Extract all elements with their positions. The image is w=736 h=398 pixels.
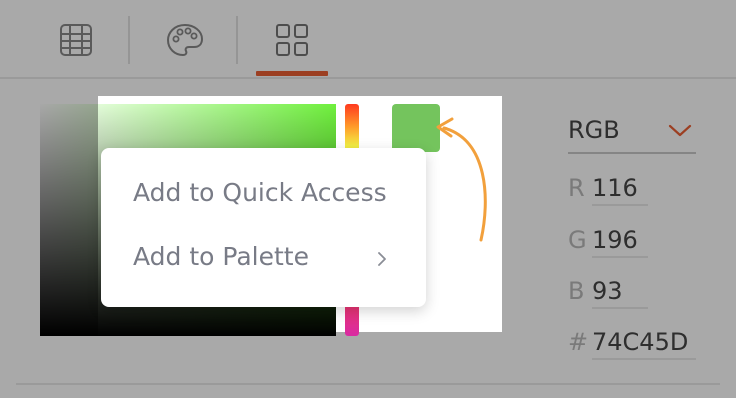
green-value[interactable]: 196 xyxy=(592,226,638,254)
picker-backdrop xyxy=(98,96,336,104)
tab-table[interactable] xyxy=(52,18,100,62)
blue-label: B xyxy=(568,277,585,305)
toolbar-divider xyxy=(0,77,736,79)
color-mode-value: RGB xyxy=(568,116,620,144)
color-mode-select[interactable]: RGB xyxy=(568,108,696,154)
green-label: G xyxy=(568,226,587,254)
context-menu: Add to Quick Access Add to Palette xyxy=(101,148,426,307)
section-divider xyxy=(16,383,720,385)
select-underline xyxy=(568,152,696,154)
spectrum-overlay xyxy=(40,104,98,336)
toolbar xyxy=(0,0,736,79)
field-underline xyxy=(592,358,696,360)
palette-icon xyxy=(166,23,204,57)
red-field[interactable]: R 116 xyxy=(568,170,648,206)
tab-palette[interactable] xyxy=(161,18,209,62)
green-field[interactable]: G 196 xyxy=(568,222,648,258)
chevron-down-icon xyxy=(668,124,692,137)
hex-label: # xyxy=(568,328,589,356)
tab-divider xyxy=(236,16,238,64)
blue-field[interactable]: B 93 xyxy=(568,273,648,309)
field-underline xyxy=(592,256,648,258)
field-underline xyxy=(592,204,648,206)
red-label: R xyxy=(568,174,585,202)
menu-item-add-to-quick-access[interactable]: Add to Quick Access xyxy=(133,178,387,207)
field-underline xyxy=(592,307,648,309)
menu-item-add-to-palette[interactable]: Add to Palette xyxy=(133,242,309,271)
tab-divider xyxy=(128,16,130,64)
blue-value[interactable]: 93 xyxy=(592,277,623,305)
hex-field[interactable]: # 74C45D xyxy=(568,324,708,360)
chevron-right-icon xyxy=(378,252,386,266)
grid-icon xyxy=(276,24,308,56)
red-value[interactable]: 116 xyxy=(592,174,638,202)
hex-value[interactable]: 74C45D xyxy=(592,328,688,356)
pointer-arrow-icon xyxy=(436,117,487,242)
table-icon xyxy=(60,24,92,56)
selected-tab-indicator xyxy=(256,71,328,76)
tab-grid[interactable] xyxy=(268,18,316,62)
